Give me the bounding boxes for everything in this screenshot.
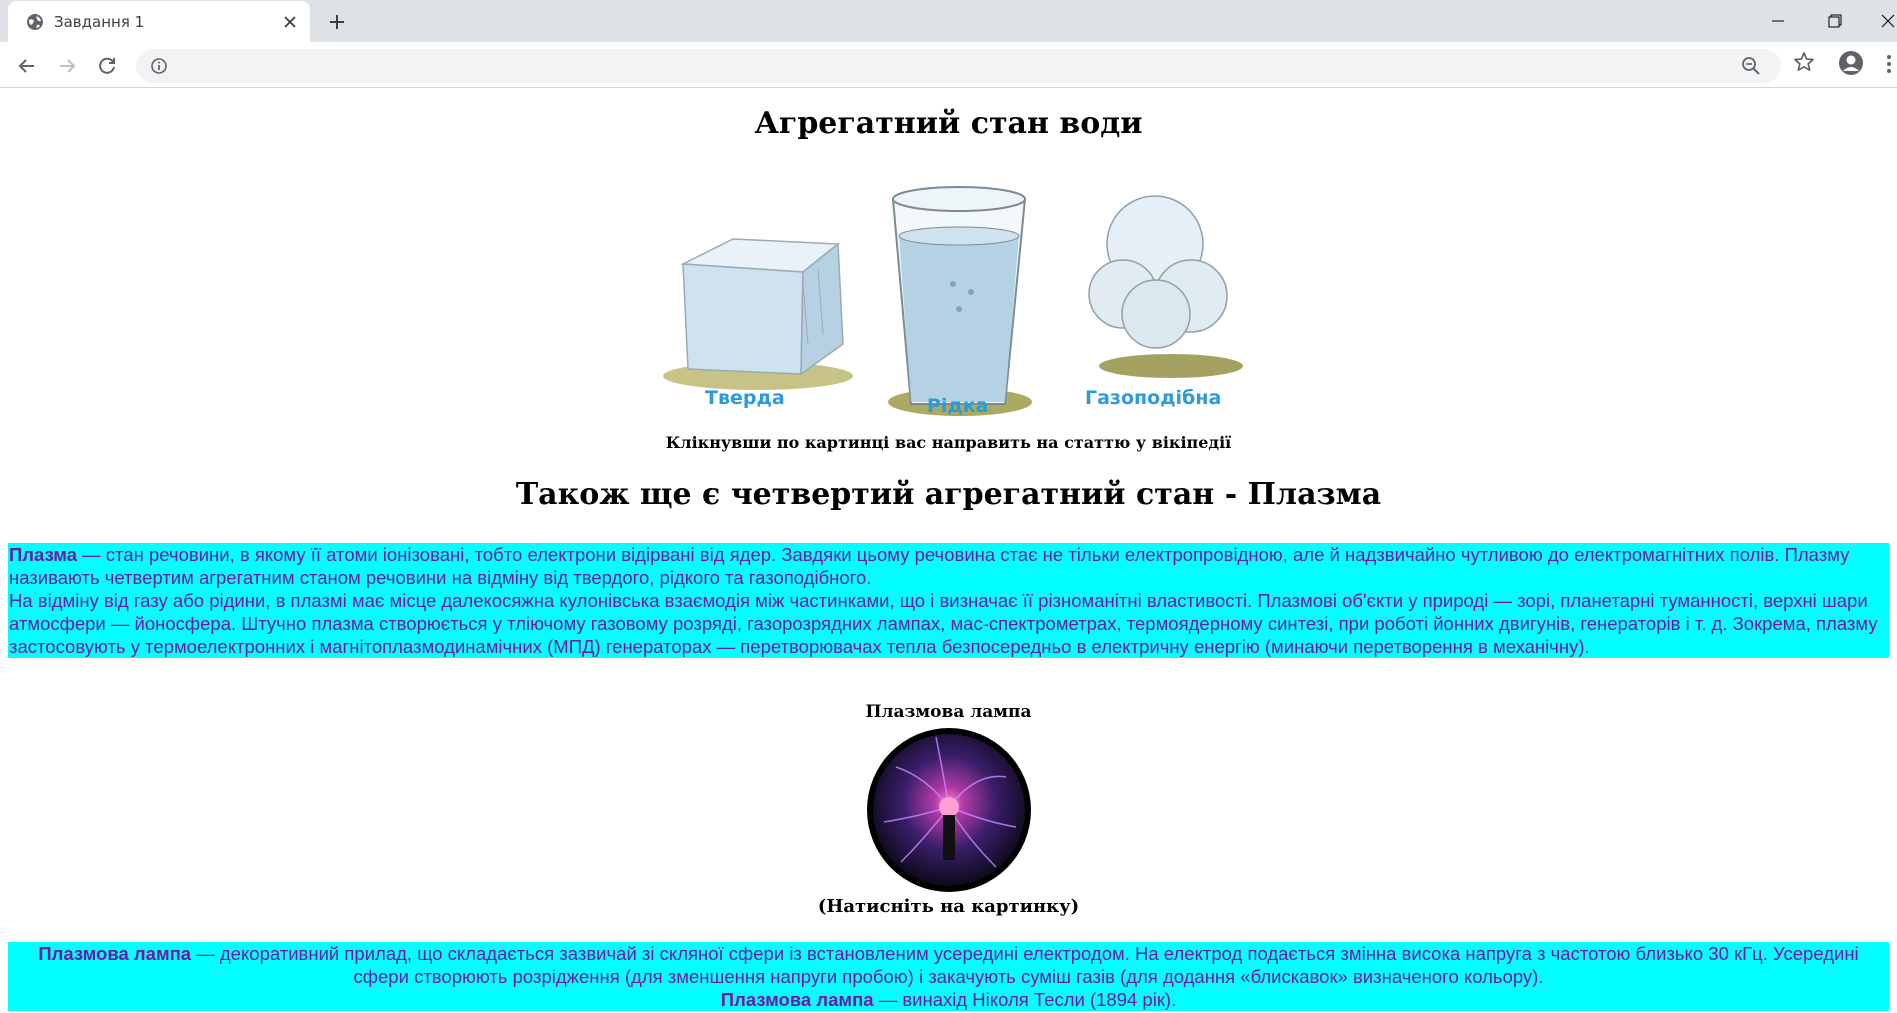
info-icon[interactable] — [150, 57, 168, 75]
ice-cube-icon — [680, 238, 844, 376]
page-title: Агрегатний стан води — [754, 106, 1143, 141]
window-close-icon[interactable] — [1868, 6, 1897, 36]
plasma-lamp-description: Плазмова лампа — декоративний прилад, що… — [8, 942, 1889, 1011]
reload-icon[interactable] — [94, 53, 120, 79]
plasma-lamp-image-link[interactable] — [866, 727, 1032, 893]
plasma-lamp-icon — [867, 728, 1031, 892]
image-caption: Клікнувши по картинці вас направить на с… — [665, 433, 1232, 452]
avatar-icon[interactable] — [1838, 50, 1864, 76]
lamp-paragraph-1: — декоративний прилад, що складається за… — [191, 943, 1859, 987]
state-label-liquid: Рідка — [927, 395, 989, 417]
minimize-icon[interactable] — [1758, 6, 1798, 36]
plasma-term: Плазма — [9, 544, 78, 565]
address-bar[interactable] — [136, 49, 1781, 83]
lamp-term: Плазмова лампа — [38, 943, 192, 964]
kebab-menu-icon[interactable] — [1884, 53, 1894, 75]
water-glass-icon — [888, 186, 1032, 416]
plasma-paragraph-2: На відміну від газу або рідини, в плазмі… — [9, 590, 1878, 657]
close-icon[interactable] — [280, 12, 300, 32]
page-viewport: Агрегатний стан води Тверда Рідка Газопо… — [0, 89, 1897, 1013]
lamp-click-hint: (Натисніть на картинку) — [817, 896, 1080, 917]
star-icon[interactable] — [1793, 51, 1815, 73]
section-heading: Також ще є четвертий агрегатний стан - П… — [515, 477, 1382, 512]
tab-title: Завдання 1 — [54, 13, 145, 31]
lamp-paragraph-2: — винахід Ніколя Тесли (1894 рік). — [873, 989, 1177, 1010]
browser-toolbar — [0, 42, 1897, 88]
arrow-right-icon[interactable] — [54, 53, 80, 79]
plus-icon[interactable] — [324, 9, 350, 35]
steam-cloud-icon — [1088, 195, 1243, 378]
plasma-description: Плазма — стан речовини, в якому її атоми… — [8, 543, 1889, 658]
zoom-out-icon[interactable] — [1741, 56, 1761, 76]
tab-strip: Завдання 1 — [0, 0, 1897, 42]
browser-tab[interactable]: Завдання 1 — [8, 1, 310, 42]
arrow-left-icon[interactable] — [14, 53, 40, 79]
state-label-solid: Тверда — [705, 387, 785, 409]
lamp-title: Плазмова лампа — [865, 702, 1032, 722]
plasma-paragraph-1: — стан речовини, в якому її атоми іонізо… — [9, 544, 1850, 588]
globe-icon — [27, 14, 43, 30]
state-label-gas: Газоподібна — [1085, 387, 1222, 409]
lamp-term-2: Плазмова лампа — [720, 989, 874, 1010]
restore-icon[interactable] — [1814, 6, 1854, 36]
